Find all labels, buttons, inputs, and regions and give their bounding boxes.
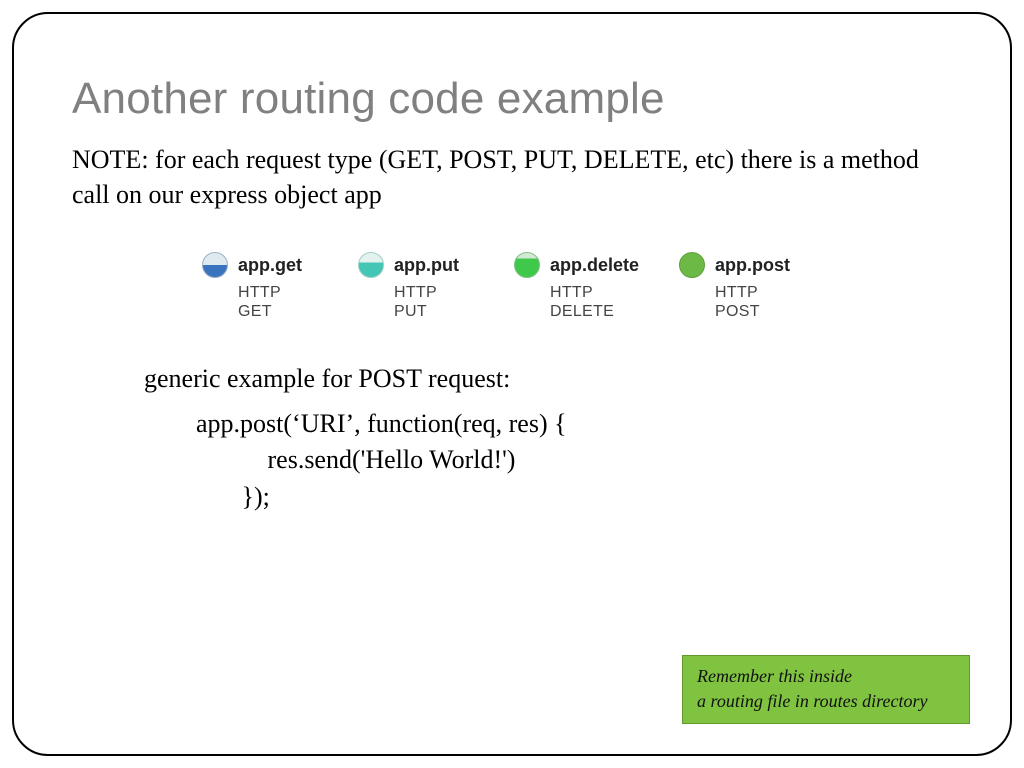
- method-http: HTTP DELETE: [550, 283, 630, 321]
- method-name: app.put: [394, 255, 459, 276]
- method-http: HTTP PUT: [394, 283, 474, 321]
- method-put: app.put HTTP PUT: [358, 252, 474, 321]
- example-block: generic example for POST request: app.po…: [144, 364, 952, 517]
- method-name: app.get: [238, 255, 302, 276]
- method-http: HTTP GET: [238, 283, 318, 321]
- method-http: HTTP POST: [715, 283, 795, 321]
- get-icon: [202, 252, 228, 278]
- http-methods-row: app.get HTTP GET app.put HTTP PUT app.de…: [202, 252, 952, 321]
- code-line-2: res.send('Hello World!'): [196, 442, 952, 479]
- method-name: app.post: [715, 255, 790, 276]
- method-name: app.delete: [550, 255, 639, 276]
- method-delete: app.delete HTTP DELETE: [514, 252, 639, 321]
- delete-icon: [514, 252, 540, 278]
- example-intro: generic example for POST request:: [144, 364, 952, 394]
- method-get: app.get HTTP GET: [202, 252, 318, 321]
- method-post: app.post HTTP POST: [679, 252, 795, 321]
- slide-frame: Another routing code example NOTE: for e…: [12, 12, 1012, 756]
- note-text: NOTE: for each request type (GET, POST, …: [72, 142, 952, 212]
- callout-box: Remember this inside a routing file in r…: [682, 655, 970, 724]
- code-line-1: app.post(‘URI’, function(req, res) {: [196, 406, 952, 443]
- callout-line-1: Remember this inside: [697, 664, 955, 688]
- code-line-3: });: [196, 479, 952, 516]
- post-icon: [679, 252, 705, 278]
- slide-title: Another routing code example: [72, 74, 952, 124]
- put-icon: [358, 252, 384, 278]
- callout-line-2: a routing file in routes directory: [697, 689, 955, 713]
